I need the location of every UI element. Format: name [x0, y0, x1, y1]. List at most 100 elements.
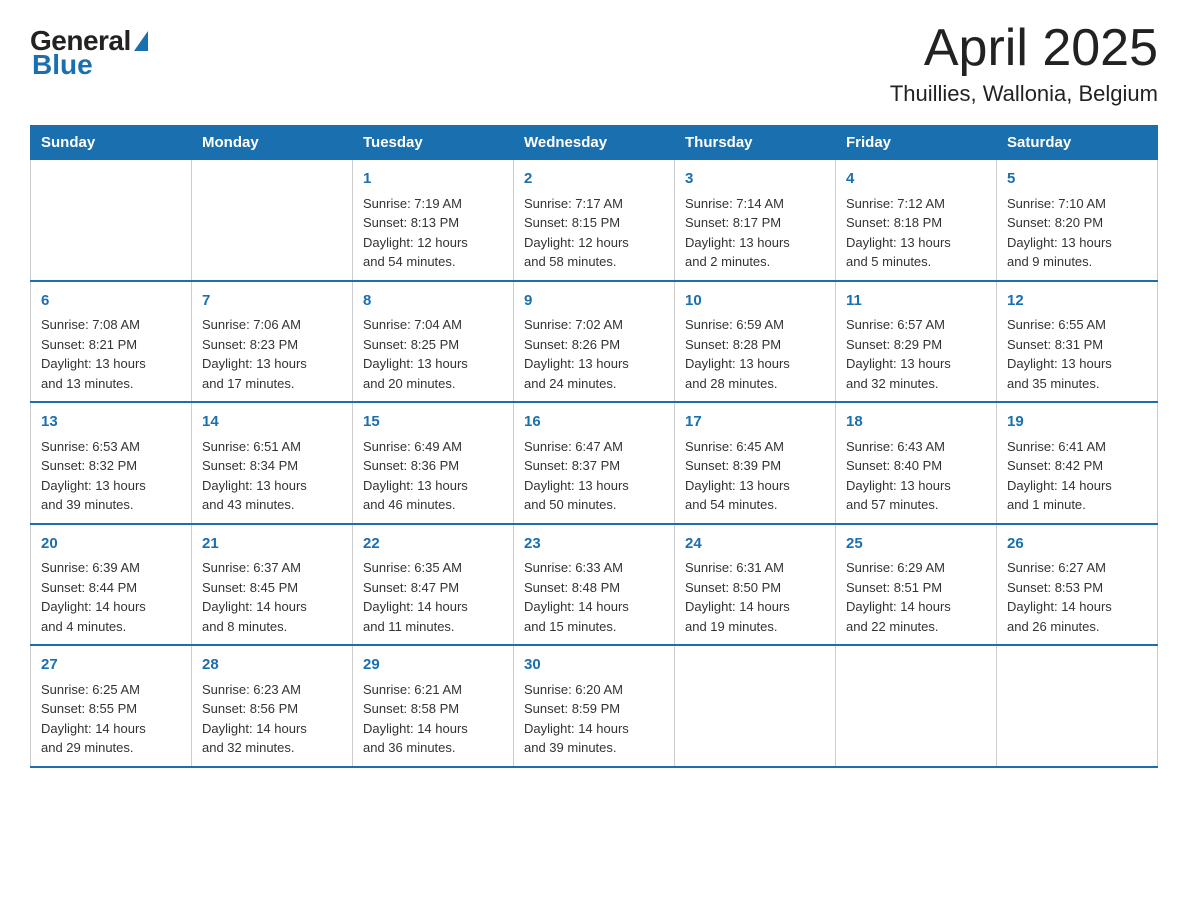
- day-info: and 32 minutes.: [202, 738, 342, 758]
- calendar-cell: [675, 645, 836, 767]
- day-info: Daylight: 13 hours: [846, 476, 986, 496]
- day-info: Sunrise: 7:14 AM: [685, 194, 825, 214]
- day-info: Sunrise: 6:29 AM: [846, 558, 986, 578]
- calendar-cell: 14Sunrise: 6:51 AMSunset: 8:34 PMDayligh…: [192, 402, 353, 524]
- day-info: Daylight: 13 hours: [363, 476, 503, 496]
- logo: General Blue: [30, 20, 148, 81]
- day-info: Sunset: 8:59 PM: [524, 699, 664, 719]
- day-number: 11: [846, 290, 986, 313]
- calendar-cell: 24Sunrise: 6:31 AMSunset: 8:50 PMDayligh…: [675, 524, 836, 646]
- day-number: 17: [685, 411, 825, 434]
- day-info: Sunset: 8:42 PM: [1007, 456, 1147, 476]
- day-info: Daylight: 13 hours: [1007, 233, 1147, 253]
- calendar-cell: 16Sunrise: 6:47 AMSunset: 8:37 PMDayligh…: [514, 402, 675, 524]
- day-info: Sunrise: 6:20 AM: [524, 680, 664, 700]
- page-header: General Blue April 2025 Thuillies, Wallo…: [30, 20, 1158, 107]
- day-number: 1: [363, 168, 503, 191]
- day-info: Sunrise: 6:21 AM: [363, 680, 503, 700]
- calendar-cell: [836, 645, 997, 767]
- calendar-cell: 20Sunrise: 6:39 AMSunset: 8:44 PMDayligh…: [31, 524, 192, 646]
- day-number: 27: [41, 654, 181, 677]
- day-number: 28: [202, 654, 342, 677]
- day-number: 29: [363, 654, 503, 677]
- calendar-cell: 22Sunrise: 6:35 AMSunset: 8:47 PMDayligh…: [353, 524, 514, 646]
- day-info: Sunset: 8:26 PM: [524, 335, 664, 355]
- day-info: Sunrise: 7:02 AM: [524, 315, 664, 335]
- weekday-header-friday: Friday: [836, 126, 997, 160]
- day-info: Sunset: 8:48 PM: [524, 578, 664, 598]
- day-info: Sunset: 8:44 PM: [41, 578, 181, 598]
- day-info: Sunrise: 6:27 AM: [1007, 558, 1147, 578]
- day-info: Daylight: 13 hours: [363, 354, 503, 374]
- calendar-cell: 10Sunrise: 6:59 AMSunset: 8:28 PMDayligh…: [675, 281, 836, 403]
- calendar-cell: 13Sunrise: 6:53 AMSunset: 8:32 PMDayligh…: [31, 402, 192, 524]
- day-info: Sunrise: 6:23 AM: [202, 680, 342, 700]
- day-info: Sunset: 8:23 PM: [202, 335, 342, 355]
- day-info: Sunset: 8:53 PM: [1007, 578, 1147, 598]
- day-info: Sunrise: 6:47 AM: [524, 437, 664, 457]
- calendar-cell: 11Sunrise: 6:57 AMSunset: 8:29 PMDayligh…: [836, 281, 997, 403]
- day-info: Daylight: 13 hours: [685, 233, 825, 253]
- day-number: 20: [41, 533, 181, 556]
- logo-blue-text: Blue: [32, 49, 93, 81]
- day-info: Daylight: 14 hours: [1007, 476, 1147, 496]
- logo-triangle-icon: [134, 31, 148, 51]
- day-info: Sunrise: 6:39 AM: [41, 558, 181, 578]
- day-info: and 24 minutes.: [524, 374, 664, 394]
- day-info: Daylight: 14 hours: [202, 719, 342, 739]
- week-row-3: 13Sunrise: 6:53 AMSunset: 8:32 PMDayligh…: [31, 402, 1158, 524]
- week-row-1: 1Sunrise: 7:19 AMSunset: 8:13 PMDaylight…: [31, 160, 1158, 281]
- day-number: 12: [1007, 290, 1147, 313]
- day-info: and 5 minutes.: [846, 252, 986, 272]
- day-info: Sunset: 8:34 PM: [202, 456, 342, 476]
- day-number: 30: [524, 654, 664, 677]
- day-info: Sunset: 8:36 PM: [363, 456, 503, 476]
- day-info: Sunset: 8:25 PM: [363, 335, 503, 355]
- day-info: and 9 minutes.: [1007, 252, 1147, 272]
- day-info: and 58 minutes.: [524, 252, 664, 272]
- calendar-cell: 12Sunrise: 6:55 AMSunset: 8:31 PMDayligh…: [997, 281, 1158, 403]
- day-info: Sunrise: 6:33 AM: [524, 558, 664, 578]
- day-info: Daylight: 13 hours: [202, 476, 342, 496]
- calendar-cell: 15Sunrise: 6:49 AMSunset: 8:36 PMDayligh…: [353, 402, 514, 524]
- weekday-header-row: SundayMondayTuesdayWednesdayThursdayFrid…: [31, 126, 1158, 160]
- day-info: Daylight: 14 hours: [1007, 597, 1147, 617]
- day-info: Sunset: 8:40 PM: [846, 456, 986, 476]
- day-info: Daylight: 12 hours: [363, 233, 503, 253]
- day-info: Sunrise: 7:10 AM: [1007, 194, 1147, 214]
- calendar-cell: 4Sunrise: 7:12 AMSunset: 8:18 PMDaylight…: [836, 160, 997, 281]
- day-info: Sunset: 8:55 PM: [41, 699, 181, 719]
- calendar-cell: 28 Sunrise: 6:23 AMSunset: 8:56 PMDayligh…: [192, 645, 353, 767]
- calendar-cell: 6Sunrise: 7:08 AMSunset: 8:21 PMDaylight…: [31, 281, 192, 403]
- day-info: Daylight: 14 hours: [41, 719, 181, 739]
- day-info: Daylight: 14 hours: [846, 597, 986, 617]
- day-info: Sunset: 8:51 PM: [846, 578, 986, 598]
- day-info: Sunrise: 6:51 AM: [202, 437, 342, 457]
- day-info: Sunrise: 7:04 AM: [363, 315, 503, 335]
- weekday-header-monday: Monday: [192, 126, 353, 160]
- day-info: Daylight: 13 hours: [41, 476, 181, 496]
- day-info: Sunset: 8:56 PM: [202, 699, 342, 719]
- day-number: 24: [685, 533, 825, 556]
- day-info: and 20 minutes.: [363, 374, 503, 394]
- day-number: 5: [1007, 168, 1147, 191]
- day-number: 25: [846, 533, 986, 556]
- day-number: 9: [524, 290, 664, 313]
- day-info: Sunrise: 6:53 AM: [41, 437, 181, 457]
- weekday-header-sunday: Sunday: [31, 126, 192, 160]
- day-info: and 13 minutes.: [41, 374, 181, 394]
- calendar-cell: 9Sunrise: 7:02 AMSunset: 8:26 PMDaylight…: [514, 281, 675, 403]
- day-info: and 39 minutes.: [41, 495, 181, 515]
- day-number: 19: [1007, 411, 1147, 434]
- day-info: and 26 minutes.: [1007, 617, 1147, 637]
- day-info: Daylight: 13 hours: [685, 354, 825, 374]
- calendar-cell: 23Sunrise: 6:33 AMSunset: 8:48 PMDayligh…: [514, 524, 675, 646]
- weekday-header-tuesday: Tuesday: [353, 126, 514, 160]
- calendar-cell: 17Sunrise: 6:45 AMSunset: 8:39 PMDayligh…: [675, 402, 836, 524]
- calendar-cell: [31, 160, 192, 281]
- day-info: and 8 minutes.: [202, 617, 342, 637]
- day-info: Daylight: 14 hours: [524, 719, 664, 739]
- day-info: Daylight: 14 hours: [41, 597, 181, 617]
- day-info: Sunset: 8:31 PM: [1007, 335, 1147, 355]
- day-info: Sunset: 8:58 PM: [363, 699, 503, 719]
